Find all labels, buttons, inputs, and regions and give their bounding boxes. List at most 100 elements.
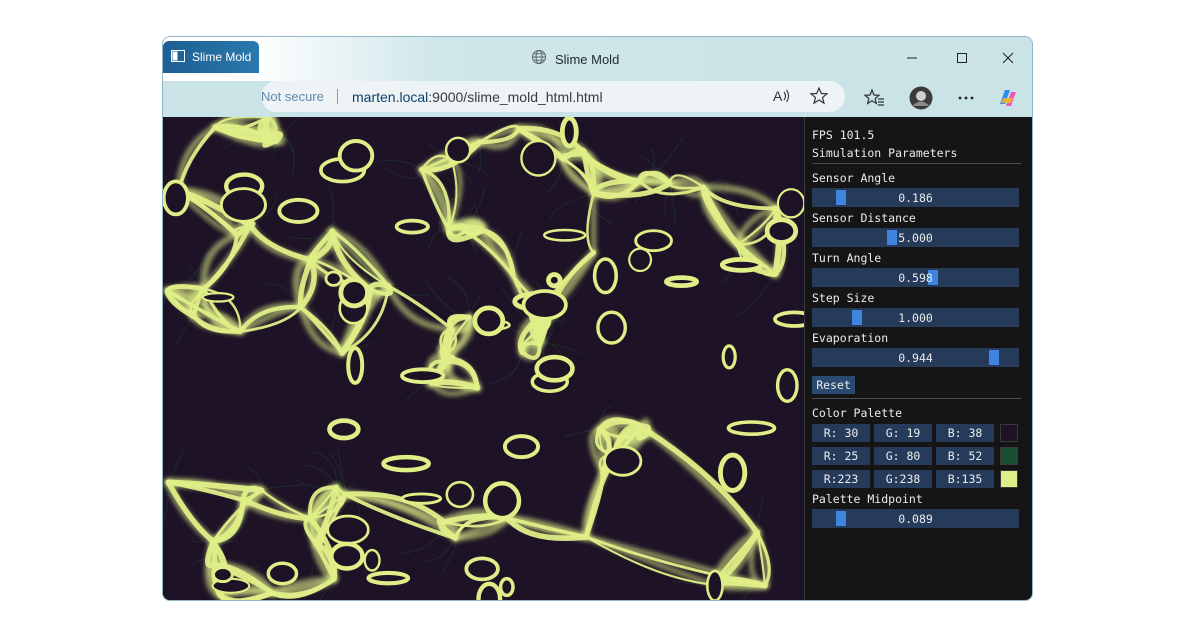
url-host: marten.local [352, 88, 429, 105]
cell-loop [366, 570, 411, 586]
cell-loop [326, 514, 370, 545]
globe-icon [531, 49, 547, 70]
cell-loop [324, 270, 343, 287]
vein [176, 315, 194, 346]
window-title: Slime Mold [555, 52, 620, 67]
turn-angle-slider[interactable]: 0.598 [812, 268, 1019, 287]
palette-1-b-field[interactable]: B: 52 [936, 447, 994, 465]
palette-2-g-field[interactable]: G:238 [874, 470, 932, 488]
cell-loop [596, 310, 627, 345]
palette-midpoint-slider[interactable]: 0.089 [812, 509, 1019, 528]
reset-button[interactable]: Reset [812, 376, 855, 394]
palette-2-b-field[interactable]: B:135 [936, 470, 994, 488]
palette-0-swatch[interactable] [1000, 424, 1018, 442]
vein [549, 192, 595, 220]
cell-loop [363, 548, 381, 572]
cell-loop [706, 569, 724, 600]
vein [487, 351, 523, 384]
cell-loop [546, 272, 563, 289]
svg-text:A: A [773, 88, 783, 104]
close-button[interactable] [986, 45, 1030, 71]
cell-loop [498, 576, 515, 598]
cell-loop [277, 197, 320, 224]
close-icon [1002, 52, 1014, 64]
palette-2-swatch[interactable] [1000, 470, 1018, 488]
cell-loop [520, 139, 557, 177]
cell-loop [603, 445, 643, 477]
address-bar[interactable]: Not secure marten.local:9000/slime_mold_… [261, 81, 845, 112]
copilot-icon[interactable] [996, 86, 1020, 110]
cell-loop [534, 354, 575, 383]
cell-loop [445, 480, 475, 509]
cell-loop [628, 247, 653, 273]
vein [310, 450, 337, 488]
cell-loop [717, 452, 748, 493]
title-bar[interactable]: Slime Mold [163, 37, 1032, 81]
slider-value: 0.186 [898, 191, 933, 205]
page-content: FPS 101.5 Simulation Parameters Sensor A… [163, 117, 1032, 600]
cell-loop [663, 275, 699, 289]
simulation-canvas[interactable] [163, 117, 804, 600]
vein [261, 484, 304, 491]
security-indicator[interactable]: Not secure [261, 89, 324, 104]
sensor-angle-slider[interactable]: 0.186 [812, 188, 1019, 207]
cell-loop [201, 292, 235, 303]
read-aloud-icon[interactable]: A [771, 86, 791, 109]
cell-loop [726, 420, 777, 436]
browser-window: Slime Mold Slime Mold Not secure marten.… [162, 36, 1033, 601]
cell-loop [592, 257, 619, 295]
palette-0-g-field[interactable]: G: 19 [874, 424, 932, 442]
cell-loop [219, 187, 267, 223]
cell-loop [482, 481, 522, 521]
palette-1-swatch[interactable] [1000, 447, 1018, 465]
vein [385, 167, 423, 180]
avatar[interactable] [909, 86, 933, 110]
cell-loop [721, 344, 737, 370]
vein [441, 537, 457, 574]
more-icon[interactable] [954, 86, 978, 110]
cell-loop [773, 310, 804, 328]
tab-label: Slime Mold [192, 50, 252, 64]
parameters-panel: FPS 101.5 Simulation Parameters Sensor A… [804, 117, 1032, 600]
param-label: Step Size [812, 291, 875, 305]
palette-0-r-field[interactable]: R: 30 [812, 424, 870, 442]
fps-readout: FPS 101.5 [812, 128, 875, 142]
separator [812, 398, 1021, 399]
vein [447, 277, 470, 318]
param-label: Sensor Angle [812, 171, 896, 185]
cell-loop [381, 454, 431, 473]
sensor-distance-slider[interactable]: 5.000 [812, 228, 1019, 247]
minimize-button[interactable] [890, 45, 934, 71]
slider-value: 0.598 [898, 271, 933, 285]
evaporation-slider[interactable]: 0.944 [812, 348, 1019, 367]
url-path: :9000/slime_mold_html.html [428, 88, 603, 105]
url-text[interactable]: marten.local:9000/slime_mold_html.html [352, 89, 603, 105]
palette-0-b-field[interactable]: B: 38 [936, 424, 994, 442]
star-icon[interactable] [809, 86, 829, 109]
palette-2-r-field[interactable]: R:223 [812, 470, 870, 488]
step-size-slider[interactable]: 1.000 [812, 308, 1019, 327]
cell-loop [502, 434, 541, 460]
slider-value: 0.944 [898, 351, 933, 365]
palette-1-g-field[interactable]: G: 80 [874, 447, 932, 465]
midpoint-label: Palette Midpoint [812, 492, 923, 506]
cell-loop [329, 541, 365, 571]
vein [736, 273, 776, 317]
maximize-button[interactable] [940, 45, 984, 71]
cell-loop [266, 561, 299, 586]
cell-loop [444, 136, 472, 164]
cell-loop [719, 257, 764, 273]
cell-loop [394, 218, 430, 235]
tab-slime-mold[interactable]: Slime Mold [163, 41, 259, 73]
palette-1-r-field[interactable]: R: 25 [812, 447, 870, 465]
vein [669, 182, 676, 228]
cell-loop [776, 188, 804, 219]
param-label: Turn Angle [812, 251, 882, 265]
cell-loop [400, 367, 446, 385]
slime-mold-render [163, 117, 804, 600]
favorites-icon[interactable] [862, 86, 886, 110]
cell-loop [163, 179, 190, 217]
window-title-group: Slime Mold [531, 49, 619, 70]
vein [163, 286, 168, 292]
cell-loop [559, 117, 579, 149]
